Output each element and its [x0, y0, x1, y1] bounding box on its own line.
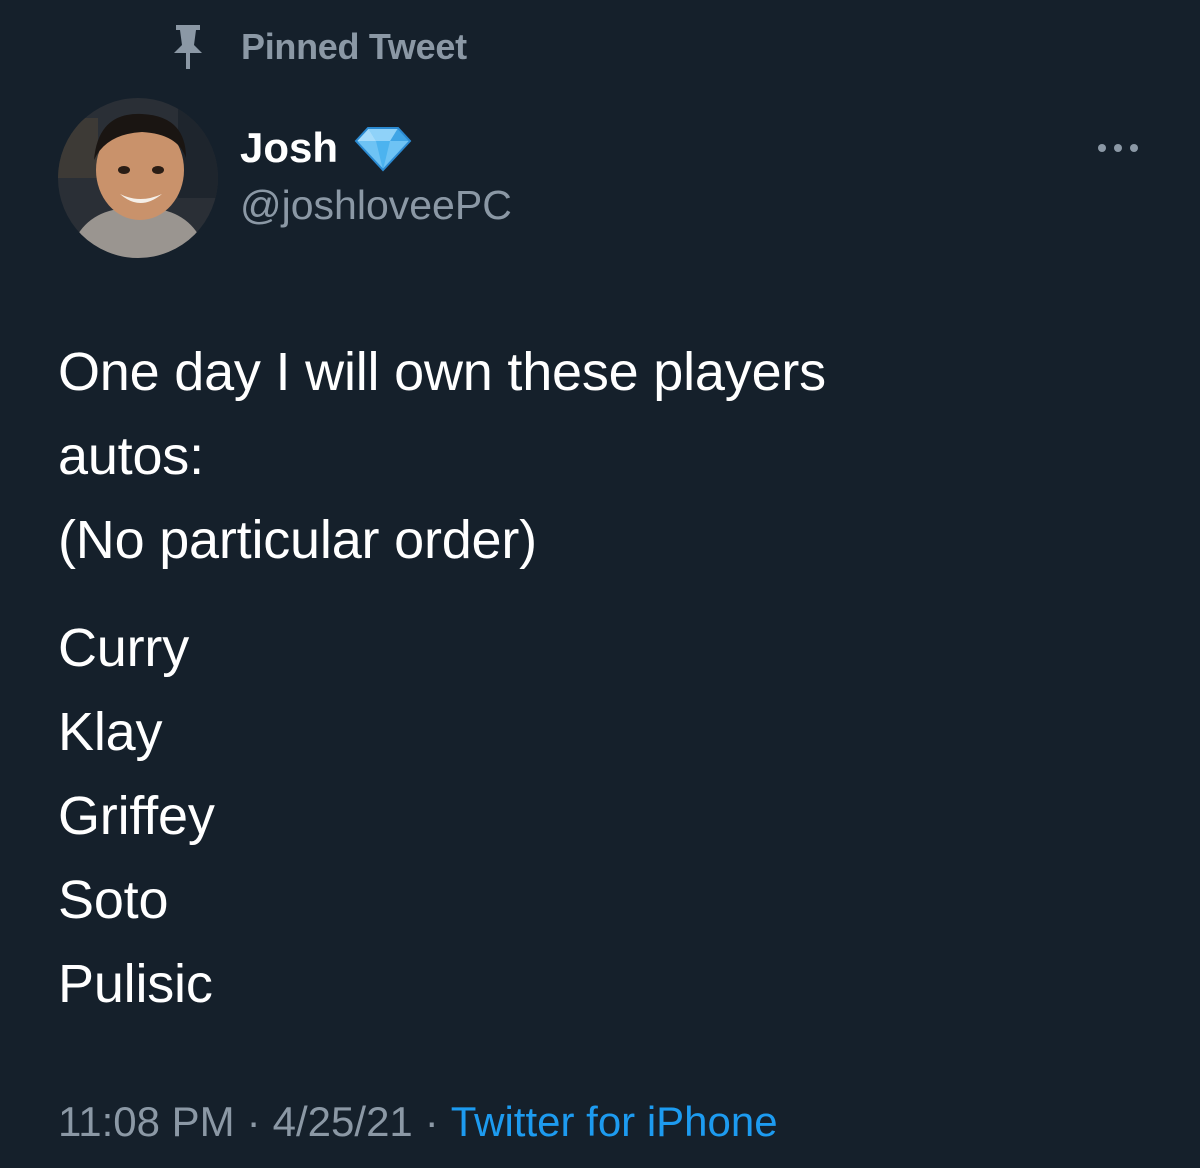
pinned-indicator: Pinned Tweet [166, 22, 467, 72]
meta-separator: · [246, 1098, 261, 1145]
list-item: Curry [58, 618, 189, 678]
list-item: Klay [58, 702, 163, 762]
list-item: Soto [58, 870, 169, 930]
more-button[interactable] [1086, 130, 1150, 170]
tweet: Pinned Tweet Josh @joshloveePC One day I… [0, 0, 1200, 1168]
tweet-line: autos: [58, 426, 204, 486]
name-row: Josh [240, 120, 512, 176]
avatar[interactable] [58, 98, 218, 258]
list-item: Pulisic [58, 954, 213, 1014]
pinned-label: Pinned Tweet [241, 26, 467, 67]
user-handle[interactable]: @joshloveePC [240, 182, 512, 229]
tweet-meta: 11:08 PM · 4/25/21 · Twitter for iPhone [58, 1098, 778, 1146]
list-item: Griffey [58, 786, 215, 846]
pin-icon [166, 22, 210, 72]
meta-separator: · [424, 1098, 439, 1145]
tweet-line: One day I will own these players [58, 342, 826, 402]
tweet-source-link[interactable]: Twitter for iPhone [451, 1098, 778, 1145]
diamond-icon [354, 124, 412, 172]
more-icon [1094, 141, 1142, 159]
display-name[interactable]: Josh [240, 124, 338, 172]
tweet-time[interactable]: 11:08 PM [58, 1098, 235, 1145]
tweet-line: (No particular order) [58, 510, 537, 570]
tweet-date[interactable]: 4/25/21 [273, 1098, 413, 1145]
tweet-text: One day I will own these players autos: … [58, 330, 1158, 1026]
author-info: Josh @joshloveePC [240, 120, 512, 229]
